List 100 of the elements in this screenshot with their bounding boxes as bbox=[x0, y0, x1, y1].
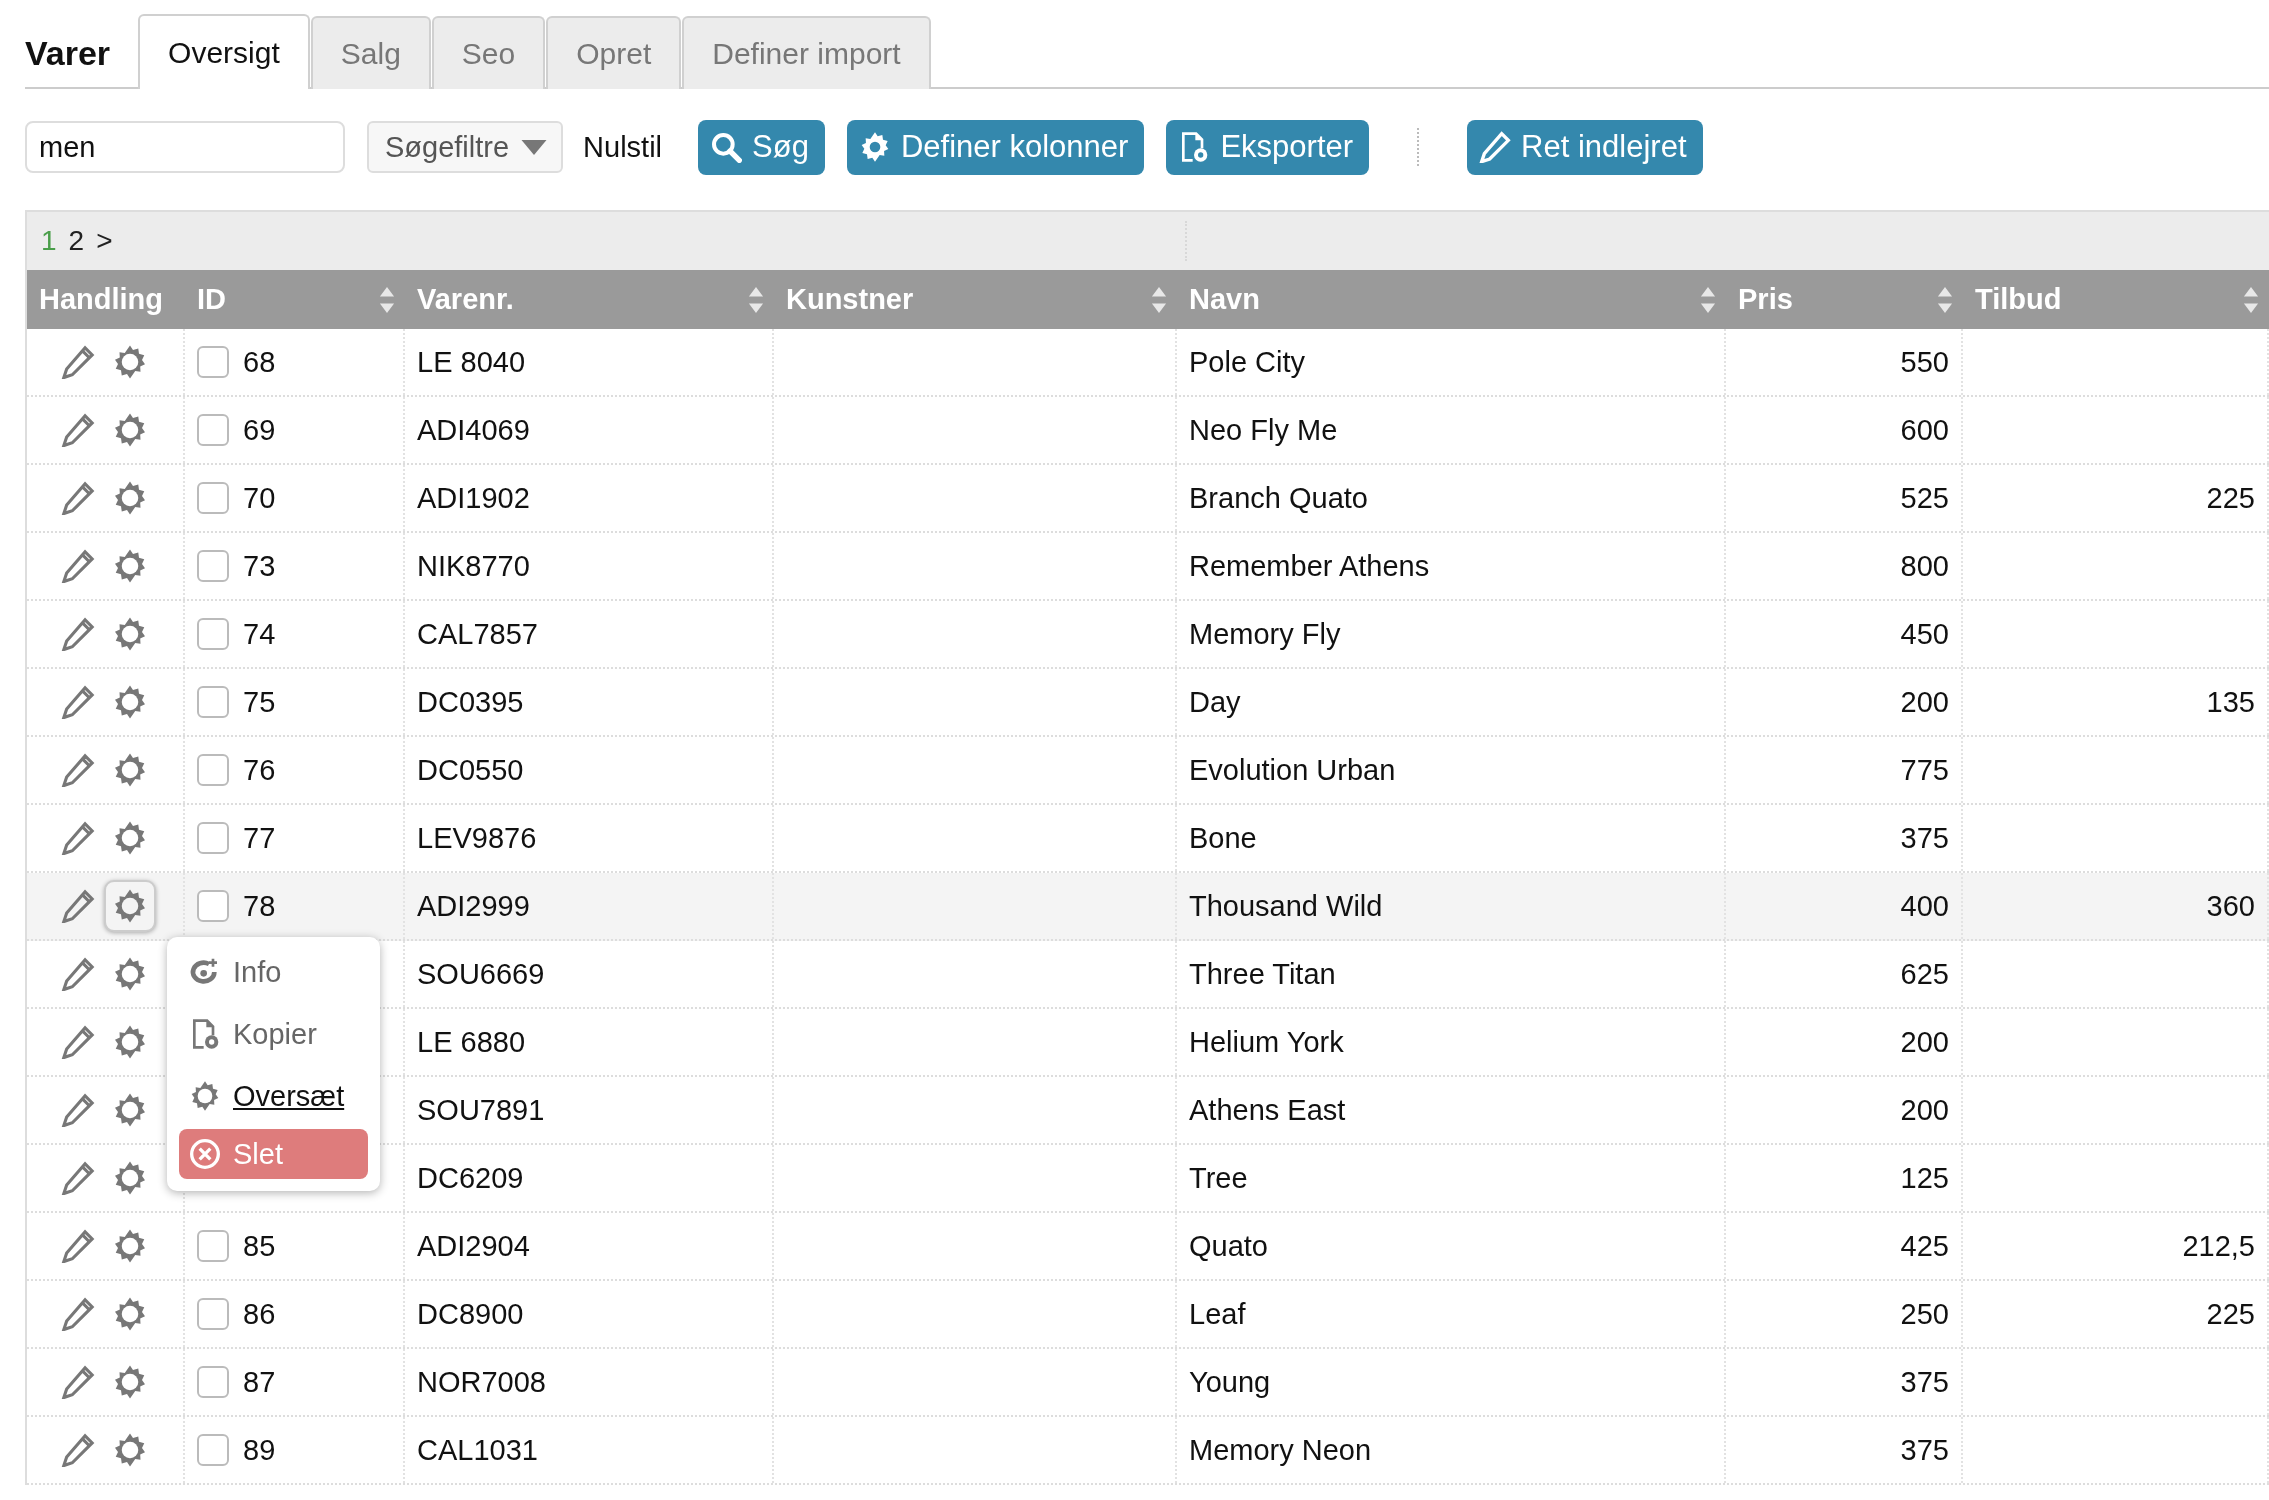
page-title: Varer bbox=[25, 34, 112, 74]
export-button[interactable]: Eksporter bbox=[1166, 119, 1370, 175]
sort-icon bbox=[379, 286, 395, 313]
pencil-icon[interactable] bbox=[61, 685, 95, 719]
pencil-icon[interactable] bbox=[61, 821, 95, 855]
table-cell: ADI2999 bbox=[417, 889, 530, 923]
row-checkbox[interactable] bbox=[197, 822, 229, 854]
pencil-icon[interactable] bbox=[61, 1093, 95, 1127]
pencil-icon[interactable] bbox=[61, 1297, 95, 1331]
table-cell: Leaf bbox=[1189, 1297, 1246, 1331]
table-row[interactable]: 89 CAL1031 Memory Neon 375 bbox=[27, 1417, 2269, 1485]
table-cell: 86 bbox=[243, 1297, 276, 1331]
table-cell: LE 6880 bbox=[417, 1025, 526, 1059]
search-icon bbox=[710, 131, 743, 163]
pencil-icon[interactable] bbox=[61, 481, 95, 515]
edit-button[interactable]: Ret indlejret bbox=[1467, 119, 1703, 175]
table-row[interactable]: 85 ADI2904 Quato 425 212,5 bbox=[27, 1213, 2269, 1281]
search-button[interactable]: Søg bbox=[698, 119, 825, 175]
filter-dropdown[interactable]: Søgefiltre bbox=[367, 121, 564, 173]
table-cell: 400 bbox=[1900, 889, 1949, 923]
row-checkbox[interactable] bbox=[197, 346, 229, 378]
row-checkbox[interactable] bbox=[197, 1434, 229, 1466]
sort-icon bbox=[2243, 286, 2259, 313]
table-cell: 250 bbox=[1900, 1297, 1949, 1331]
pencil-icon[interactable] bbox=[61, 617, 95, 651]
pencil-icon[interactable] bbox=[61, 1025, 95, 1059]
table-cell: CAL1031 bbox=[417, 1433, 538, 1467]
table-cell: 73 bbox=[243, 549, 276, 583]
table-cell: 525 bbox=[1900, 481, 1949, 515]
table-row[interactable]: 68 LE 8040 Pole City 550 bbox=[27, 329, 2269, 397]
row-checkbox[interactable] bbox=[197, 1230, 229, 1262]
page-link[interactable]: 2 bbox=[68, 225, 85, 257]
sort-icon bbox=[1151, 286, 1167, 313]
menu-item[interactable]: Info bbox=[179, 943, 368, 1001]
table-cell: 76 bbox=[243, 753, 276, 787]
table-cell: 800 bbox=[1900, 549, 1949, 583]
table-cell: LEV9876 bbox=[417, 821, 537, 855]
search-field[interactable]: men bbox=[25, 121, 345, 173]
table-cell: NIK8770 bbox=[417, 549, 530, 583]
table-cell: SOU7891 bbox=[417, 1093, 545, 1127]
row-checkbox[interactable] bbox=[197, 1298, 229, 1330]
sort-icon bbox=[748, 286, 764, 313]
table-cell: 450 bbox=[1900, 617, 1949, 651]
reset-link[interactable]: Nulstil bbox=[583, 130, 663, 164]
row-checkbox[interactable] bbox=[197, 1366, 229, 1398]
tab[interactable]: Definer import bbox=[682, 16, 931, 89]
table-row[interactable]: 69 ADI4069 Neo Fly Me 600 bbox=[27, 397, 2269, 465]
tab[interactable]: Seo bbox=[431, 16, 546, 89]
row-checkbox[interactable] bbox=[197, 754, 229, 786]
table-cell: Athens East bbox=[1189, 1093, 1346, 1127]
columns-button[interactable]: Definer kolonner bbox=[846, 119, 1145, 175]
table-cell: ADI1902 bbox=[417, 481, 530, 515]
pencil-icon[interactable] bbox=[61, 1229, 95, 1263]
table-row[interactable]: 75 DC0395 Day 200 135 bbox=[27, 669, 2269, 737]
table-row[interactable]: 73 NIK8770 Remember Athens 800 bbox=[27, 533, 2269, 601]
tab[interactable]: Opret bbox=[546, 16, 682, 89]
pencil-icon[interactable] bbox=[61, 1433, 95, 1467]
table-cell: 225 bbox=[2206, 481, 2255, 515]
table-cell: Pole City bbox=[1189, 345, 1306, 379]
gear-icon[interactable] bbox=[104, 880, 156, 932]
table-row[interactable]: 70 ADI1902 Branch Quato 525 225 bbox=[27, 465, 2269, 533]
row-checkbox[interactable] bbox=[197, 550, 229, 582]
table-cell: Memory Neon bbox=[1189, 1433, 1372, 1467]
table-cell: SOU6669 bbox=[417, 957, 545, 991]
pencil-icon[interactable] bbox=[61, 889, 95, 923]
table-cell: 550 bbox=[1900, 345, 1949, 379]
pencil-icon[interactable] bbox=[61, 1161, 95, 1195]
row-checkbox[interactable] bbox=[197, 414, 229, 446]
pencil-icon[interactable] bbox=[61, 957, 95, 991]
table-cell: Day bbox=[1189, 685, 1241, 719]
row-checkbox[interactable] bbox=[197, 686, 229, 718]
table-cell: ADI2904 bbox=[417, 1229, 530, 1263]
table-row[interactable]: 76 DC0550 Evolution Urban 775 bbox=[27, 737, 2269, 805]
table-cell: Quato bbox=[1189, 1229, 1268, 1263]
table-cell: 375 bbox=[1900, 1433, 1949, 1467]
tab[interactable]: Salg bbox=[310, 16, 431, 89]
row-checkbox[interactable] bbox=[197, 890, 229, 922]
table-cell: 212,5 bbox=[2182, 1229, 2255, 1263]
table-cell: 200 bbox=[1900, 1093, 1949, 1127]
pencil-icon[interactable] bbox=[61, 753, 95, 787]
table-row[interactable]: 86 DC8900 Leaf 250 225 bbox=[27, 1281, 2269, 1349]
table-cell: 200 bbox=[1900, 685, 1949, 719]
table-row[interactable]: 87 NOR7008 Young 375 bbox=[27, 1349, 2269, 1417]
table-cell: 625 bbox=[1900, 957, 1949, 991]
table-cell: 600 bbox=[1900, 413, 1949, 447]
table-cell: 74 bbox=[243, 617, 276, 651]
table-cell: ADI4069 bbox=[417, 413, 530, 447]
pencil-icon[interactable] bbox=[61, 413, 95, 447]
table-cell: Bone bbox=[1189, 821, 1257, 855]
row-checkbox[interactable] bbox=[197, 482, 229, 514]
tab[interactable]: Oversigt bbox=[138, 14, 310, 89]
table-row[interactable]: 74 CAL7857 Memory Fly 450 bbox=[27, 601, 2269, 669]
table-cell: 87 bbox=[243, 1365, 276, 1399]
pencil-icon[interactable] bbox=[61, 549, 95, 583]
pencil-icon[interactable] bbox=[61, 345, 95, 379]
row-checkbox[interactable] bbox=[197, 618, 229, 650]
pencil-icon[interactable] bbox=[61, 1365, 95, 1399]
table-cell: 375 bbox=[1900, 1365, 1949, 1399]
page-link[interactable]: > bbox=[96, 225, 113, 257]
table-cell: Young bbox=[1189, 1365, 1271, 1399]
